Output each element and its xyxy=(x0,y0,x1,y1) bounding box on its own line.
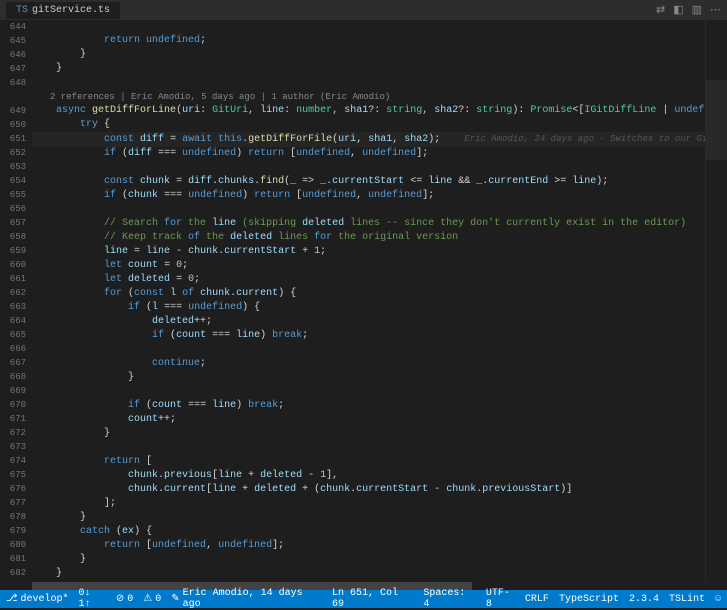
minimap-slider[interactable] xyxy=(706,80,727,160)
code-line[interactable]: ]; xyxy=(32,497,705,511)
code-line[interactable]: catch (ex) { xyxy=(32,525,705,539)
code-line[interactable]: return undefined; xyxy=(32,34,705,48)
code-line[interactable] xyxy=(32,441,705,455)
compare-icon[interactable]: ⇄ xyxy=(656,3,665,17)
code-line[interactable]: // Keep track of the deleted lines for t… xyxy=(32,231,705,245)
tab-filename: gitService.ts xyxy=(32,5,110,16)
editor-tab[interactable]: TS gitService.ts xyxy=(6,2,120,19)
code-line[interactable]: } xyxy=(32,427,705,441)
code-line[interactable]: if (l === undefined) { xyxy=(32,301,705,315)
branch-status[interactable]: ⎇ develop* xyxy=(6,593,69,605)
problems-warnings[interactable]: ⚠ 0 xyxy=(143,593,161,605)
cursor-position[interactable]: Ln 651, Col 69 xyxy=(332,588,413,610)
eol-status[interactable]: CRLF xyxy=(525,594,549,605)
sync-status[interactable]: 0↓ 1↑ xyxy=(79,588,106,610)
code-line[interactable] xyxy=(32,76,705,90)
code-line[interactable]: continue; xyxy=(32,357,705,371)
code-line[interactable]: async getDiffForLine(uri: GitUri, line: … xyxy=(32,104,705,118)
code-line[interactable] xyxy=(32,161,705,175)
code-line[interactable]: let count = 0; xyxy=(32,259,705,273)
feedback-icon[interactable]: ☺ xyxy=(715,594,721,605)
code-line[interactable]: } xyxy=(32,553,705,567)
blame-status[interactable]: ✎ Eric Amodio, 14 days ago xyxy=(171,588,322,610)
codelens[interactable]: 2 references | Eric Amodio, 5 days ago |… xyxy=(32,90,705,104)
line-gutter: 644645646647648 649650651652653654655656… xyxy=(0,20,32,582)
editor-actions: ⇄ ◧ ▥ ⋯ xyxy=(656,3,721,17)
ts-version[interactable]: 2.3.4 xyxy=(629,594,659,605)
code-line[interactable] xyxy=(32,20,705,34)
code-line[interactable]: } xyxy=(32,62,705,76)
code-line[interactable]: } xyxy=(32,371,705,385)
more-icon[interactable]: ⋯ xyxy=(710,3,721,17)
code-line[interactable] xyxy=(32,203,705,217)
language-status[interactable]: TypeScript xyxy=(559,594,619,605)
code-line[interactable]: chunk.previous[line + deleted - 1], xyxy=(32,469,705,483)
code-line[interactable] xyxy=(32,343,705,357)
code-line[interactable] xyxy=(32,385,705,399)
code-line[interactable]: try { xyxy=(32,118,705,132)
minimap[interactable] xyxy=(705,20,727,582)
code-line[interactable]: return [ xyxy=(32,455,705,469)
indent-status[interactable]: Spaces: 4 xyxy=(423,588,475,610)
code-line[interactable]: if (chunk === undefined) return [undefin… xyxy=(32,189,705,203)
code-line[interactable]: line = line - chunk.currentStart + 1; xyxy=(32,245,705,259)
code-area[interactable]: return undefined; } } 2 references | Eri… xyxy=(32,20,705,582)
code-line[interactable]: chunk.current[line + deleted + (chunk.cu… xyxy=(32,483,705,497)
code-line[interactable]: } xyxy=(32,511,705,525)
code-line[interactable]: } xyxy=(32,567,705,581)
code-line[interactable]: if (count === line) break; xyxy=(32,329,705,343)
encoding-status[interactable]: UTF-8 xyxy=(486,588,515,610)
layout-icon[interactable]: ▥ xyxy=(692,3,702,17)
code-line[interactable]: deleted++; xyxy=(32,315,705,329)
code-line[interactable]: const chunk = diff.chunks.find(_ => _.cu… xyxy=(32,175,705,189)
status-bar: ⎇ develop* 0↓ 1↑ ⊘ 0 ⚠ 0 ✎ Eric Amodio, … xyxy=(0,590,727,608)
title-bar: TS gitService.ts ⇄ ◧ ▥ ⋯ xyxy=(0,0,727,20)
code-line[interactable]: for (const l of chunk.current) { xyxy=(32,287,705,301)
editor[interactable]: 644645646647648 649650651652653654655656… xyxy=(0,20,727,582)
code-line[interactable]: } xyxy=(32,48,705,62)
inline-blame: Eric Amodio, 24 days ago · Switches to o… xyxy=(464,134,705,144)
code-line[interactable]: // Search for the line (skipping deleted… xyxy=(32,217,705,231)
code-line[interactable]: if (count === line) break; xyxy=(32,399,705,413)
code-line[interactable]: count++; xyxy=(32,413,705,427)
tslint-status[interactable]: TSLint xyxy=(669,594,705,605)
split-icon[interactable]: ◧ xyxy=(673,3,683,17)
code-line[interactable]: return [undefined, undefined]; xyxy=(32,539,705,553)
problems-errors[interactable]: ⊘ 0 xyxy=(116,593,133,605)
code-line[interactable]: if (diff === undefined) return [undefine… xyxy=(32,147,705,161)
code-line[interactable] xyxy=(32,581,705,582)
typescript-icon: TS xyxy=(16,5,28,16)
code-line[interactable]: let deleted = 0; xyxy=(32,273,705,287)
code-line[interactable]: const diff = await this.getDiffForFile(u… xyxy=(32,132,705,147)
